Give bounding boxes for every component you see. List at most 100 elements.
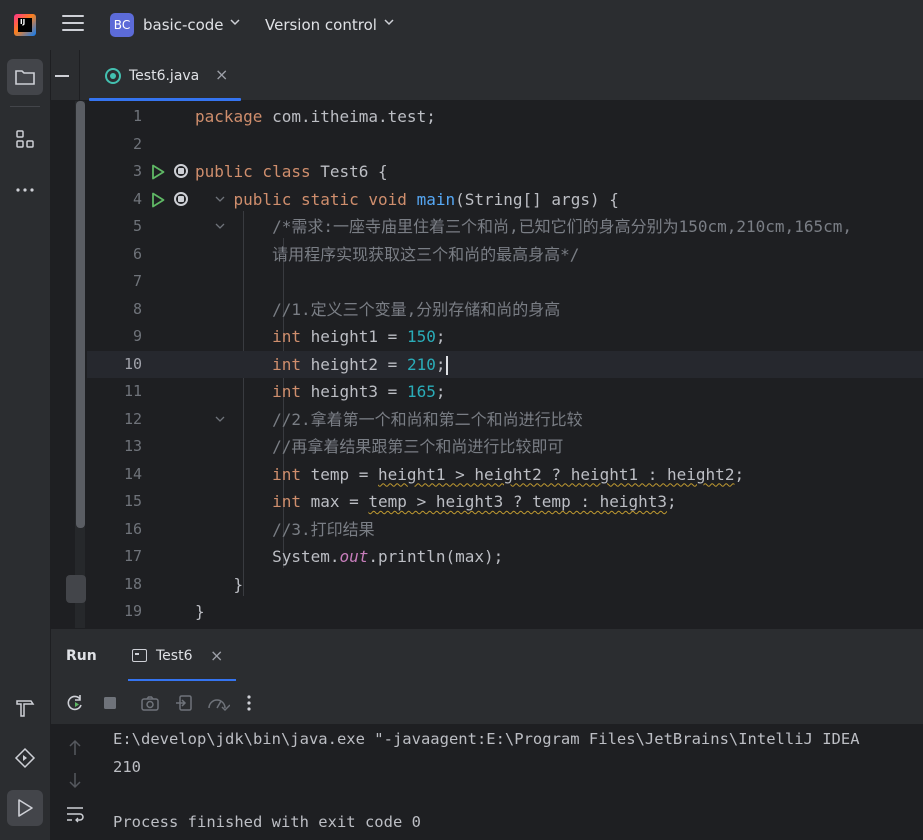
- more-icon: [16, 188, 34, 192]
- code-line: 3 public class Test6 {: [87, 158, 923, 186]
- more-tools-button[interactable]: [7, 172, 43, 208]
- arrow-up-icon[interactable]: [67, 739, 83, 757]
- tab-test6-java[interactable]: Test6.java ×: [89, 50, 241, 101]
- screenshot-icon[interactable]: [140, 693, 160, 713]
- line-number: 10: [123, 354, 142, 373]
- text-caret: [446, 355, 449, 375]
- hide-panel-icon[interactable]: [55, 75, 69, 77]
- chevron-down-icon[interactable]: [383, 16, 395, 28]
- chevron-down-icon[interactable]: [229, 16, 241, 28]
- code-text: //再拿着结果跟第三个和尚进行比较即可: [272, 437, 564, 456]
- code-text: int height3 = 165;: [272, 382, 446, 401]
- services-tool-button[interactable]: [7, 740, 43, 776]
- code-text: 请用程序实现获取这三个和尚的最高身高*/: [272, 244, 580, 264]
- line-number: 9: [132, 327, 142, 345]
- line-number: 13: [123, 437, 142, 455]
- run-tab-label: Test6: [156, 648, 193, 664]
- code-line: 6 请用程序实现获取这三个和尚的最高身高*/: [87, 241, 923, 269]
- title-bar: IJ BC basic-code Version control: [0, 0, 923, 50]
- code-line: 15 int max = temp > height3 ? temp : hei…: [87, 488, 923, 516]
- code-line: 18 }: [87, 571, 923, 599]
- code-line: 1 package com.itheima.test;: [87, 103, 923, 131]
- run-panel-header: Run Test6 ×: [51, 628, 923, 682]
- code-text: System.out.println(max);: [272, 547, 504, 566]
- code-line: 8 //1.定义三个变量,分别存储和尚的身高: [87, 296, 923, 324]
- line-number: 3: [132, 162, 142, 180]
- main-menu-icon[interactable]: [62, 15, 84, 35]
- arrow-down-icon[interactable]: [67, 771, 83, 789]
- code-text: //3.打印结果: [272, 519, 375, 539]
- soft-wrap-icon[interactable]: [65, 805, 85, 823]
- close-icon[interactable]: ×: [215, 65, 228, 84]
- code-line: 19 }: [87, 598, 923, 626]
- divider: [79, 50, 80, 101]
- line-number: 6: [132, 244, 142, 263]
- exit-icon[interactable]: [174, 693, 194, 713]
- run-tab-test6[interactable]: Test6 ×: [128, 629, 236, 682]
- stop-icon[interactable]: [100, 693, 120, 713]
- code-text: //2.拿着第一个和尚和第二个和尚进行比较: [272, 409, 583, 429]
- editor-tab-bar: Test6.java ×: [51, 50, 923, 101]
- code-line: 9 int height1 = 150;: [87, 323, 923, 351]
- more-vertical-icon[interactable]: [239, 693, 259, 713]
- code-text: package com.itheima.test;: [195, 107, 436, 126]
- scroll-marker: [66, 575, 86, 603]
- current-code-line: 10 int height2 = 210;: [87, 350, 923, 379]
- code-text: //1.定义三个变量,分别存储和尚的身高: [272, 299, 561, 319]
- line-number: 5: [132, 217, 142, 235]
- divider: [10, 106, 40, 107]
- code-text: public class Test6 {: [195, 162, 388, 181]
- line-number: 1: [132, 107, 142, 125]
- rerun-icon[interactable]: [65, 693, 85, 713]
- structure-icon: [16, 130, 34, 148]
- console-side-toolbar: [51, 725, 99, 840]
- code-line: 14 int temp = height1 > height2 ? height…: [87, 461, 923, 489]
- code-text: int height2 = 210;: [195, 351, 449, 379]
- dump-icon[interactable]: [206, 693, 230, 713]
- left-tool-strip: [0, 50, 51, 840]
- run-icon: [18, 799, 33, 817]
- code-line: 12 //2.拿着第一个和尚和第二个和尚进行比较: [87, 406, 923, 434]
- code-text: int temp = height1 > height2 ? height1 :…: [272, 464, 745, 484]
- code-line: 4 public static void main(String[] args)…: [87, 186, 923, 214]
- line-number: 8: [132, 299, 142, 318]
- run-gutter-icon[interactable]: [151, 192, 165, 208]
- console-output[interactable]: E:\develop\jdk\bin\java.exe "-javaagent:…: [51, 725, 923, 840]
- line-number: 7: [132, 272, 142, 290]
- code-editor[interactable]: 1 package com.itheima.test; 2 3 public c…: [51, 101, 923, 628]
- services-icon: [14, 747, 36, 769]
- run-toolbar: [51, 681, 923, 725]
- close-icon[interactable]: ×: [210, 646, 223, 665]
- console-icon: [132, 649, 147, 662]
- intellij-logo-icon[interactable]: IJ: [14, 14, 36, 36]
- line-number: 11: [123, 382, 142, 400]
- console-line: E:\develop\jdk\bin\java.exe "-javaagent:…: [113, 730, 860, 748]
- code-text: int max = temp > height3 ? temp : height…: [272, 492, 677, 511]
- line-number: 12: [123, 409, 142, 428]
- build-tool-button[interactable]: [7, 690, 43, 726]
- code-text: int height1 = 150;: [272, 327, 446, 346]
- java-class-icon: [105, 68, 121, 84]
- structure-tool-button[interactable]: [7, 121, 43, 157]
- debug-gutter-icon[interactable]: [174, 164, 188, 178]
- project-name[interactable]: basic-code: [143, 16, 224, 34]
- version-control-menu[interactable]: Version control: [265, 16, 377, 34]
- code-line: 11 int height3 = 165;: [87, 378, 923, 406]
- console-line: Process finished with exit code 0: [113, 813, 421, 831]
- debug-gutter-icon[interactable]: [174, 191, 188, 206]
- code-text: }: [233, 574, 244, 594]
- code-line: 7: [87, 268, 923, 296]
- line-number: 14: [123, 464, 142, 483]
- console-line: 210: [113, 758, 141, 776]
- code-line: 2: [87, 131, 923, 159]
- run-panel-title: Run: [66, 648, 97, 664]
- run-tool-button[interactable]: [7, 790, 43, 826]
- line-number: 4: [132, 189, 142, 208]
- project-tool-button[interactable]: [7, 59, 43, 95]
- code-text: }: [195, 602, 205, 621]
- run-gutter-icon[interactable]: [151, 164, 165, 180]
- scrollbar-thumb[interactable]: [76, 101, 85, 528]
- line-number: 18: [123, 574, 142, 593]
- line-number: 19: [123, 602, 142, 620]
- project-badge[interactable]: BC: [110, 13, 134, 37]
